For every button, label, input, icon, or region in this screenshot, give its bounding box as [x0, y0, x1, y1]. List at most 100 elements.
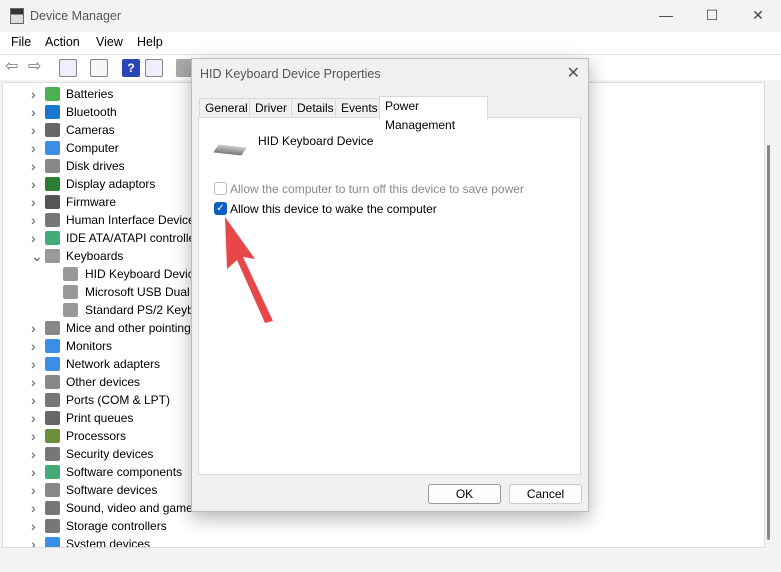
- close-button[interactable]: ✕: [735, 0, 781, 32]
- tree-item-label: Software components: [66, 465, 183, 479]
- tab-driver[interactable]: Driver: [249, 98, 293, 118]
- dialog-close-button[interactable]: ✕: [567, 63, 580, 83]
- tree-item-label: Other devices: [66, 375, 141, 389]
- menu-file[interactable]: File: [11, 35, 31, 49]
- device-category-icon: [45, 393, 60, 407]
- device-name: HID Keyboard Device: [258, 134, 374, 148]
- device-category-icon: [45, 321, 60, 335]
- chevron-right-icon[interactable]: ›: [31, 517, 41, 535]
- device-category-icon: [45, 195, 60, 209]
- allow-wake-label: Allow this device to wake the computer: [230, 202, 437, 216]
- tree-item-label: IDE ATA/ATAPI controllers: [66, 231, 206, 245]
- tree-item-label: HID Keyboard Device: [85, 267, 201, 281]
- device-category-icon: [45, 105, 60, 119]
- device-category-icon: [45, 231, 60, 245]
- chevron-right-icon[interactable]: ›: [31, 373, 41, 391]
- chevron-down-icon[interactable]: ⌄: [31, 247, 43, 265]
- device-category-icon: [45, 465, 60, 479]
- chevron-right-icon[interactable]: ›: [31, 499, 41, 517]
- allow-turn-off-label: Allow the computer to turn off this devi…: [230, 182, 524, 196]
- chevron-right-icon[interactable]: ›: [31, 211, 41, 229]
- tree-item-label: Ports (COM & LPT): [66, 393, 171, 407]
- dialog-title: HID Keyboard Device Properties: [200, 67, 381, 81]
- device-category-icon: [45, 249, 60, 263]
- tree-item-label: Security devices: [66, 447, 154, 461]
- tree-item-label: Disk drives: [66, 159, 125, 173]
- tab-details[interactable]: Details: [291, 98, 340, 118]
- menu-action[interactable]: Action: [45, 35, 80, 49]
- chevron-right-icon[interactable]: ›: [31, 157, 41, 175]
- chevron-right-icon[interactable]: ›: [31, 409, 41, 427]
- chevron-right-icon[interactable]: ›: [31, 535, 41, 547]
- minimize-button[interactable]: —: [643, 0, 689, 32]
- tree-item-label: Software devices: [66, 483, 158, 497]
- menu-help[interactable]: Help: [137, 35, 163, 49]
- annotation-arrow-icon: [225, 217, 273, 323]
- menu-view[interactable]: View: [96, 35, 123, 49]
- chevron-right-icon[interactable]: ›: [31, 391, 41, 409]
- device-category-icon: [45, 141, 60, 155]
- chevron-right-icon[interactable]: ›: [31, 463, 41, 481]
- scrollbar-thumb[interactable]: [767, 145, 770, 540]
- show-hide-console-tree-icon[interactable]: [59, 59, 77, 77]
- maximize-button[interactable]: ☐: [689, 0, 735, 32]
- chevron-right-icon[interactable]: ›: [31, 121, 41, 139]
- properties-icon[interactable]: [90, 59, 108, 77]
- device-category-icon: [63, 303, 78, 317]
- device-category-icon: [45, 123, 60, 137]
- device-manager-icon: [10, 8, 24, 24]
- action-pane-icon[interactable]: [145, 59, 163, 77]
- ok-button[interactable]: OK: [428, 484, 501, 504]
- tree-item-label: Cameras: [66, 123, 115, 137]
- menu-bar: File Action View Help: [0, 32, 781, 54]
- tree-item-label: Microsoft USB Dual: [85, 285, 190, 299]
- chevron-right-icon[interactable]: ›: [31, 445, 41, 463]
- device-category-icon: [45, 213, 60, 227]
- tree-item-label: Storage controllers: [66, 519, 167, 533]
- device-category-icon: [45, 159, 60, 173]
- tree-item-label: Firmware: [66, 195, 116, 209]
- device-category-icon: [45, 87, 60, 101]
- chevron-right-icon[interactable]: ›: [31, 427, 41, 445]
- chevron-right-icon[interactable]: ›: [31, 193, 41, 211]
- chevron-right-icon[interactable]: ›: [31, 175, 41, 193]
- device-category-icon: [45, 411, 60, 425]
- forward-icon[interactable]: ⇨: [28, 59, 46, 77]
- chevron-right-icon[interactable]: ›: [31, 139, 41, 157]
- tree-item-label: Keyboards: [66, 249, 124, 263]
- chevron-right-icon[interactable]: ›: [31, 103, 41, 121]
- chevron-right-icon[interactable]: ›: [31, 319, 41, 337]
- chevron-right-icon[interactable]: ›: [31, 355, 41, 373]
- tree-item-label: System devices: [66, 537, 151, 548]
- device-category-icon: [45, 537, 60, 547]
- tree-item-label: Display adaptors: [66, 177, 156, 191]
- cancel-button[interactable]: Cancel: [509, 484, 582, 504]
- back-icon[interactable]: ⇦: [5, 59, 23, 77]
- tree-item-label: Computer: [66, 141, 119, 155]
- help-icon[interactable]: ?: [122, 59, 140, 77]
- device-category-icon: [63, 267, 78, 281]
- tab-power-management[interactable]: Power Management: [379, 96, 488, 132]
- chevron-right-icon[interactable]: ›: [31, 337, 41, 355]
- tab-general[interactable]: General: [199, 98, 254, 118]
- window-title: Device Manager: [30, 9, 122, 23]
- title-bar: Device Manager — ☐ ✕: [0, 0, 781, 32]
- tree-item-label: Bluetooth: [66, 105, 117, 119]
- tab-events[interactable]: Events: [335, 98, 384, 118]
- device-category-icon: [45, 429, 60, 443]
- allow-turn-off-checkbox[interactable]: [214, 182, 227, 195]
- device-category-icon: [45, 339, 60, 353]
- status-bar: [0, 566, 781, 572]
- tree-item-label: Network adapters: [66, 357, 161, 371]
- device-category-icon: [45, 519, 60, 533]
- allow-wake-checkbox[interactable]: ✓: [214, 202, 227, 215]
- chevron-right-icon[interactable]: ›: [31, 85, 41, 103]
- horizontal-scrollbar[interactable]: [0, 548, 781, 566]
- chevron-right-icon[interactable]: ›: [31, 481, 41, 499]
- device-category-icon: [45, 357, 60, 371]
- device-category-icon: [45, 177, 60, 191]
- tree-item-label: Print queues: [66, 411, 134, 425]
- chevron-right-icon[interactable]: ›: [31, 229, 41, 247]
- device-category-icon: [45, 447, 60, 461]
- keyboard-icon: [213, 144, 247, 156]
